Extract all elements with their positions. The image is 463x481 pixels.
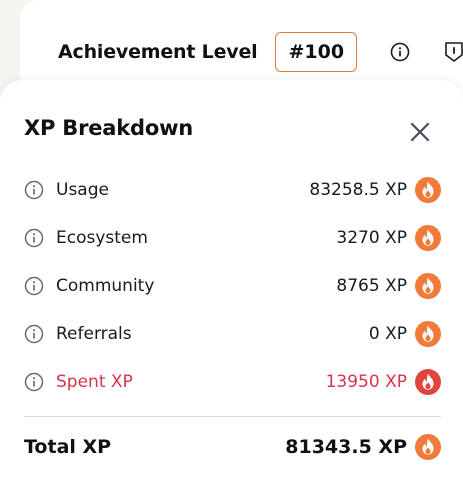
shield-info-icon[interactable] bbox=[443, 40, 463, 64]
xp-row-value: 3270 XP bbox=[336, 228, 407, 248]
info-circle-icon[interactable] bbox=[24, 180, 44, 200]
xp-row-ecosystem: Ecosystem 3270 XP bbox=[24, 224, 441, 252]
xp-row-value: 13950 XP bbox=[325, 372, 407, 392]
flame-icon bbox=[415, 369, 441, 395]
xp-row-label: Spent XP bbox=[56, 372, 133, 392]
achievement-level-label: Achievement Level bbox=[58, 41, 258, 63]
modal-title: XP Breakdown bbox=[24, 116, 194, 140]
flame-icon bbox=[415, 225, 441, 251]
divider bbox=[24, 416, 441, 417]
xp-row-community: Community 8765 XP bbox=[24, 272, 441, 300]
xp-row-label: Referrals bbox=[56, 324, 132, 344]
achievement-level-badge: #100 bbox=[275, 32, 358, 72]
xp-total-row: Total XP 81343.5 XP bbox=[24, 432, 441, 462]
xp-row-value: 0 XP bbox=[368, 324, 407, 344]
flame-icon bbox=[415, 273, 441, 299]
flame-icon bbox=[415, 177, 441, 203]
info-circle-icon[interactable] bbox=[24, 324, 44, 344]
xp-row-spent: Spent XP 13950 XP bbox=[24, 368, 441, 396]
xp-row-value: 8765 XP bbox=[336, 276, 407, 296]
info-circle-icon[interactable] bbox=[24, 228, 44, 248]
xp-breakdown-modal: XP Breakdown Usage 83258.5 XP Ecosystem … bbox=[0, 80, 463, 481]
close-icon[interactable] bbox=[406, 118, 434, 146]
info-circle-icon[interactable] bbox=[24, 372, 44, 392]
flame-icon bbox=[415, 321, 441, 347]
xp-row-label: Ecosystem bbox=[56, 228, 148, 248]
info-circle-icon[interactable] bbox=[24, 276, 44, 296]
flame-icon bbox=[415, 434, 441, 460]
xp-row-label: Usage bbox=[56, 180, 109, 200]
info-circle-icon[interactable] bbox=[390, 42, 410, 62]
xp-row-referrals: Referrals 0 XP bbox=[24, 320, 441, 348]
xp-row-value: 83258.5 XP bbox=[309, 180, 407, 200]
xp-total-label: Total XP bbox=[24, 436, 112, 458]
achievement-level-row: Achievement Level #100 bbox=[58, 30, 358, 74]
xp-total-value: 81343.5 XP bbox=[285, 436, 407, 458]
xp-row-label: Community bbox=[56, 276, 155, 296]
xp-row-usage: Usage 83258.5 XP bbox=[24, 176, 441, 204]
